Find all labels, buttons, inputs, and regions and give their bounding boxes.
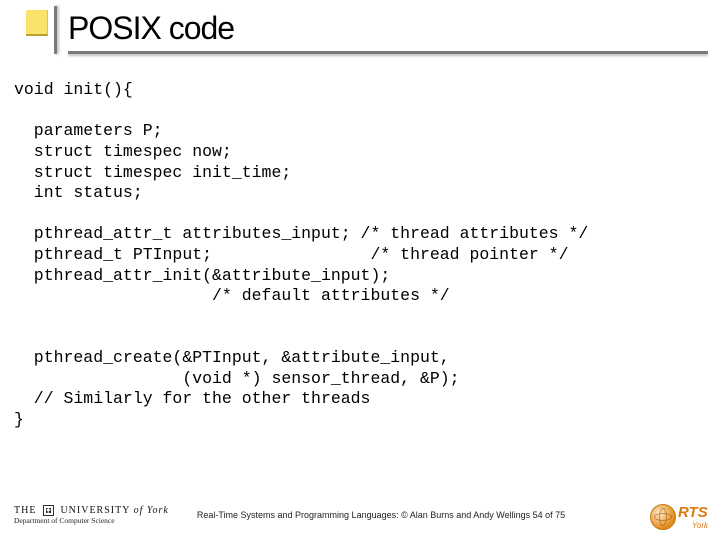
rts-sublabel: York [692, 521, 708, 530]
rts-text-wrap: RTS York [678, 504, 708, 530]
title-underline [68, 51, 708, 54]
title-area: POSIX code [0, 0, 720, 54]
university-name: THE UNIVERSITY of York [14, 505, 169, 516]
university-logo: THE UNIVERSITY of York Department of Com… [14, 505, 169, 525]
slide-title: POSIX code [68, 10, 720, 47]
uni-york: of York [134, 505, 169, 516]
code-block: void init(){ parameters P; struct timesp… [14, 80, 720, 431]
accent-square-icon [26, 10, 48, 36]
footer: THE UNIVERSITY of York Department of Com… [0, 494, 720, 536]
slide-caption: Real-Time Systems and Programming Langua… [197, 510, 565, 520]
crest-icon [43, 505, 54, 516]
uni-the: THE [14, 505, 36, 516]
department-name: Department of Computer Science [14, 517, 169, 525]
rts-label: RTS [678, 504, 708, 521]
title-vertical-bar [54, 6, 57, 54]
uni-university: UNIVERSITY [60, 505, 130, 516]
rts-logo: RTS York [650, 504, 708, 530]
globe-icon [650, 504, 676, 530]
